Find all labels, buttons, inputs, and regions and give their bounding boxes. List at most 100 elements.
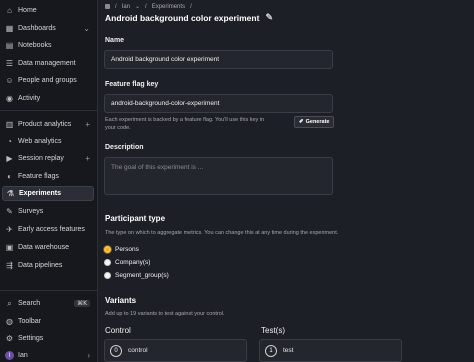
sidebar-item-data-pipelines[interactable]: ⇶ Data pipelines	[2, 258, 94, 273]
sidebar-item-label: Notebooks	[18, 42, 52, 49]
sidebar-item-label: Surveys	[18, 208, 44, 215]
sidebar-item-early-access[interactable]: ✈ Early access features	[2, 222, 94, 237]
sidebar: ⌂ Home ▦ Dashboards ⌄ ▤ Notebooks ☰ Data…	[0, 0, 98, 362]
chevron-down-icon[interactable]: ⌄	[135, 3, 140, 10]
search-shortcut: ⌘K	[74, 300, 90, 307]
sidebar-item-surveys[interactable]: ✎ Surveys	[2, 204, 94, 219]
flag-key-label: Feature flag key	[105, 81, 159, 88]
radio-segment-groups[interactable]: Segment_group(s)	[104, 272, 169, 279]
name-field[interactable]: Android background color experiment	[104, 50, 333, 69]
sidebar-user[interactable]: I Ian ›	[2, 348, 94, 362]
breadcrumb-user[interactable]: Ian	[122, 4, 130, 10]
plus-icon[interactable]: +	[85, 120, 90, 129]
database-icon: ☰	[5, 59, 14, 68]
sidebar-item-label: Feature flags	[18, 173, 59, 180]
variant-number: 0	[110, 344, 122, 357]
radio-label: Persons	[115, 246, 139, 253]
breadcrumb-separator: /	[115, 3, 117, 10]
sidebar-item-label: Session replay	[18, 155, 64, 162]
sidebar-divider	[0, 110, 98, 111]
chart-icon: ▥	[5, 120, 14, 129]
sidebar-search[interactable]: ⌕ Search ⌘K	[2, 296, 94, 311]
breadcrumb-experiments[interactable]: Experiments	[152, 4, 185, 10]
plus-icon[interactable]: +	[85, 154, 90, 163]
radio-icon[interactable]	[104, 272, 111, 279]
description-field[interactable]: The goal of this experiment is ...	[104, 157, 333, 195]
flag-help-line: Each experiment is backed by a feature f…	[105, 117, 265, 123]
participant-type-help: The type on which to aggregate metrics. …	[105, 230, 339, 236]
flag-help-line: your code.	[105, 124, 131, 131]
variant-key: test	[283, 347, 294, 354]
page-title: Android background color experiment ✎	[105, 12, 273, 23]
breadcrumb-separator: /	[190, 3, 192, 10]
page-title-text: Android background color experiment	[105, 12, 260, 23]
sidebar-item-data-management[interactable]: ☰ Data management	[2, 56, 94, 71]
sidebar-divider	[0, 290, 98, 291]
sidebar-item-label: Data management	[18, 60, 76, 67]
radio-icon[interactable]	[104, 259, 111, 266]
main-content: / Ian ⌄ / Experiments / Android backgrou…	[98, 0, 474, 362]
sidebar-item-session-replay[interactable]: ▶ Session replay +	[2, 151, 94, 166]
gear-icon: ⚙	[5, 334, 14, 343]
people-icon: ☺	[5, 76, 14, 85]
breadcrumb-separator: /	[145, 3, 147, 10]
sidebar-item-label: Data pipelines	[18, 262, 63, 269]
dashboard-icon: ▦	[5, 24, 14, 33]
sidebar-item-label: Experiments	[19, 190, 62, 197]
radio-label: Segment_group(s)	[115, 272, 169, 279]
settings-label: Settings	[18, 335, 44, 342]
web-analytics-icon: ◔	[7, 137, 12, 146]
avatar: I	[5, 351, 14, 360]
toolbar-icon: ◍	[6, 317, 13, 326]
flag-key-help: Each experiment is backed by a feature f…	[105, 117, 264, 132]
sidebar-item-activity[interactable]: ◉ Activity	[2, 91, 94, 106]
sidebar-item-data-warehouse[interactable]: ▣ Data warehouse	[2, 240, 94, 255]
user-label: Ian	[18, 352, 28, 359]
notebook-icon: ▤	[5, 41, 14, 50]
pencil-icon[interactable]: ✎	[265, 12, 273, 23]
search-label: Search	[18, 300, 41, 307]
rocket-icon: ✈	[6, 225, 13, 234]
search-icon: ⌕	[7, 298, 12, 308]
generate-label: Generate	[305, 119, 330, 125]
flask-icon: ⚗	[6, 189, 15, 198]
generate-button[interactable]: ✐ Generate	[294, 116, 335, 128]
flag-key-field[interactable]: android-background-color-experiment	[104, 94, 333, 113]
sidebar-item-notebooks[interactable]: ▤ Notebooks	[2, 38, 94, 53]
variant-key: control	[128, 347, 148, 354]
survey-icon: ✎	[6, 207, 13, 216]
sidebar-item-web-analytics[interactable]: ◔ Web analytics	[2, 134, 94, 149]
activity-icon: ◉	[6, 94, 13, 103]
warehouse-icon: ▣	[5, 243, 14, 252]
sidebar-item-dashboards[interactable]: ▦ Dashboards ⌄	[2, 21, 94, 36]
sidebar-item-home[interactable]: ⌂ Home	[2, 3, 94, 18]
sidebar-item-people[interactable]: ☺ People and groups	[2, 73, 94, 88]
radio-label: Company(s)	[115, 259, 151, 266]
sidebar-item-label: Product analytics	[18, 121, 72, 128]
description-label: Description	[105, 144, 144, 151]
radio-selected-icon[interactable]	[104, 246, 111, 253]
sidebar-item-feature-flags[interactable]: ◐ Feature flags	[2, 169, 94, 184]
sidebar-item-label: Dashboards	[18, 25, 56, 32]
participant-type-title: Participant type	[105, 214, 166, 223]
sidebar-toolbar[interactable]: ◍ Toolbar	[2, 314, 94, 329]
control-variant-field[interactable]: 0 control	[104, 339, 247, 362]
sidebar-item-label: Early access features	[18, 226, 85, 233]
replay-icon: ▶	[6, 154, 13, 163]
variants-help: Add up to 19 variants to test against yo…	[105, 311, 225, 317]
sidebar-item-product-analytics[interactable]: ▥ Product analytics +	[2, 117, 94, 132]
test-variant-field[interactable]: 1 test	[259, 339, 402, 362]
radio-companies[interactable]: Company(s)	[104, 259, 150, 266]
pipeline-icon: ⇶	[6, 261, 13, 270]
sidebar-item-label: People and groups	[18, 77, 77, 84]
radio-persons[interactable]: Persons	[104, 246, 139, 253]
chevron-down-icon[interactable]: ⌄	[83, 24, 90, 33]
sidebar-settings[interactable]: ⚙ Settings	[2, 331, 94, 346]
breadcrumb: / Ian ⌄ / Experiments /	[105, 3, 192, 10]
name-label: Name	[105, 37, 125, 44]
variants-title: Variants	[105, 296, 137, 305]
sidebar-item-label: Web analytics	[18, 138, 62, 145]
project-icon	[105, 4, 110, 9]
chevron-right-icon: ›	[87, 351, 90, 360]
sidebar-item-experiments[interactable]: ⚗ Experiments	[2, 186, 94, 201]
